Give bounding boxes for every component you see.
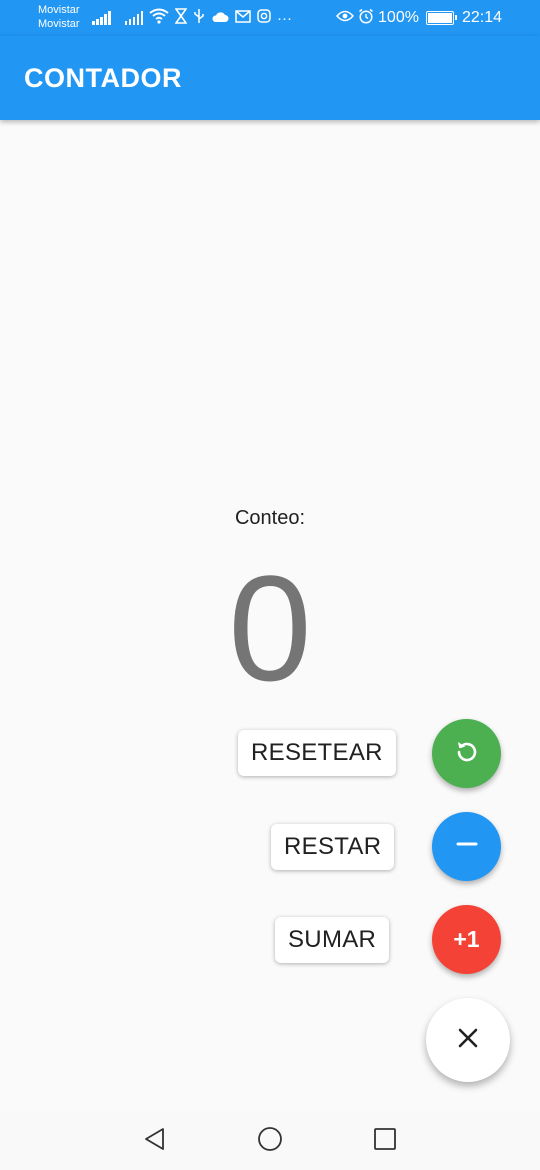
battery-percent: 100% — [378, 9, 419, 26]
reset-label[interactable]: RESETEAR — [238, 730, 396, 776]
wifi-icon — [149, 8, 169, 28]
minus-icon — [455, 832, 479, 861]
nav-recents-button[interactable] — [370, 1126, 400, 1156]
system-nav-bar — [0, 1112, 540, 1170]
page-title: CONTADOR — [24, 63, 182, 93]
status-right: 100% 22:14 — [336, 6, 502, 30]
home-circle-icon — [256, 1125, 284, 1158]
mail-icon — [235, 9, 251, 27]
close-icon — [457, 1027, 479, 1054]
signal-1-icon — [92, 11, 111, 25]
back-triangle-icon — [142, 1126, 168, 1157]
carrier-names: Movistar Movistar — [38, 3, 80, 31]
carrier-2: Movistar — [38, 18, 80, 30]
status-left-icons: ··· — [92, 7, 292, 29]
cloud-icon — [211, 10, 229, 27]
speed-dial-toggle-button[interactable] — [426, 998, 510, 1082]
add-button[interactable]: +1 — [432, 905, 501, 974]
battery-icon — [425, 11, 457, 25]
count-value: 0 — [228, 544, 312, 712]
nav-back-button[interactable] — [140, 1126, 170, 1156]
alarm-icon — [358, 8, 374, 29]
nav-home-button[interactable] — [255, 1126, 285, 1156]
status-bar: Movistar Movistar ··· 100% 22:14 — [0, 0, 540, 36]
reset-button[interactable] — [432, 719, 501, 788]
instagram-icon — [257, 9, 271, 27]
clock-time: 22:14 — [461, 9, 502, 26]
refresh-icon — [453, 737, 481, 770]
eye-icon — [336, 9, 355, 27]
recents-square-icon — [372, 1126, 398, 1157]
app-bar: CONTADOR — [0, 36, 540, 120]
count-label: Conteo: — [234, 507, 306, 529]
plus-one-text: +1 — [453, 926, 480, 952]
subtract-button[interactable] — [432, 812, 501, 881]
signal-2-icon — [124, 11, 143, 25]
hourglass-icon — [174, 8, 188, 28]
usb-icon — [193, 8, 205, 28]
subtract-label[interactable]: RESTAR — [271, 824, 395, 870]
add-label[interactable]: SUMAR — [275, 917, 390, 963]
carrier-1: Movistar — [38, 4, 80, 16]
more-notifications-icon: ··· — [277, 9, 292, 27]
